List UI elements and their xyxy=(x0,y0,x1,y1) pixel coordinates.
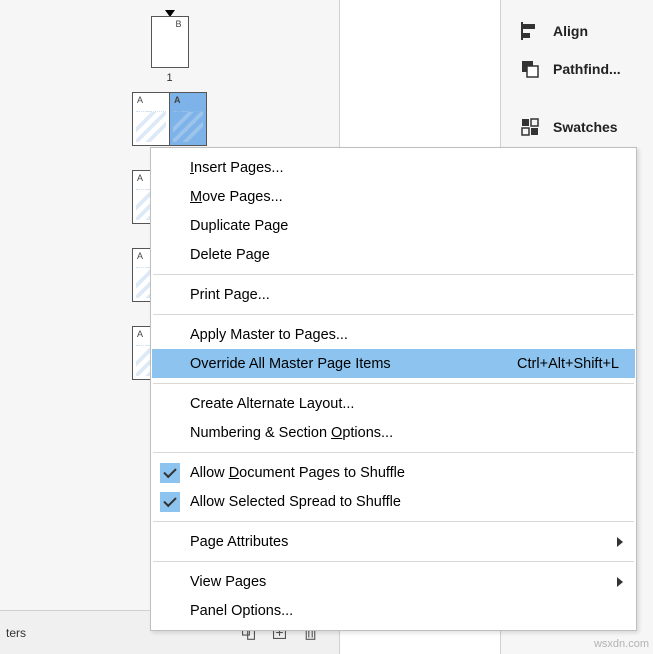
menu-separator xyxy=(153,383,634,384)
menu-item-allow-selected-spread-to-shuffle[interactable]: Allow Selected Spread to Shuffle xyxy=(152,487,635,516)
menu-item-view-pages[interactable]: View Pages xyxy=(152,567,635,596)
menu-item-label: Duplicate Page xyxy=(190,218,288,234)
watermark: wsxdn.com xyxy=(594,638,649,650)
menu-separator xyxy=(153,561,634,562)
menu-shortcut: Ctrl+Alt+Shift+L xyxy=(517,356,619,372)
menu-item-label: Allow Selected Spread to Shuffle xyxy=(190,494,401,510)
menu-item-insert-pages[interactable]: Insert Pages... xyxy=(152,153,635,182)
panel-button-label: Pathfind... xyxy=(553,61,621,77)
menu-item-label: Apply Master to Pages... xyxy=(190,327,348,343)
page-thumb[interactable]: B1 xyxy=(151,16,189,84)
check-icon xyxy=(160,492,180,512)
menu-item-label: Numbering & Section Options... xyxy=(190,425,393,441)
menu-item-label: Page Attributes xyxy=(190,534,288,550)
panel-button-align[interactable]: Align xyxy=(501,12,653,50)
submenu-arrow-icon xyxy=(617,537,623,547)
menu-separator xyxy=(153,274,634,275)
page-label: 1 xyxy=(166,72,172,84)
menu-item-label: Create Alternate Layout... xyxy=(190,396,354,412)
pages-context-menu: Insert Pages... Move Pages... Duplicate Pa… xyxy=(150,147,637,631)
menu-item-override-all-master-page-items[interactable]: Override All Master Page Items Ctrl+Alt+S… xyxy=(152,349,635,378)
menu-item-move-pages[interactable]: Move Pages... xyxy=(152,182,635,211)
menu-item-label: Override All Master Page Items xyxy=(190,356,391,372)
menu-item-print-page[interactable]: Print Page... xyxy=(152,280,635,309)
menu-item-label: Allow Document Pages to Shuffle xyxy=(190,465,405,481)
panel-button-pathfind-[interactable]: Pathfind... xyxy=(501,50,653,88)
submenu-arrow-icon xyxy=(617,577,623,587)
align-icon xyxy=(519,20,541,42)
menu-item-label: Panel Options... xyxy=(190,603,293,619)
menu-item-duplicate-page[interactable]: Duplicate Page xyxy=(152,211,635,240)
menu-item-label: View Pages xyxy=(190,574,266,590)
menu-separator xyxy=(153,314,634,315)
menu-separator xyxy=(153,521,634,522)
footer-left-text: ters xyxy=(0,626,26,640)
panel-button-label: Align xyxy=(553,23,588,39)
check-icon xyxy=(160,463,180,483)
menu-item-label: Delete Page xyxy=(190,247,270,263)
menu-item-label: Insert Pages... xyxy=(190,160,284,176)
menu-item-numbering-section-options[interactable]: Numbering & Section Options... xyxy=(152,418,635,447)
menu-separator xyxy=(153,452,634,453)
menu-item-panel-options[interactable]: Panel Options... xyxy=(152,596,635,625)
menu-item-delete-page[interactable]: Delete Page xyxy=(152,240,635,269)
menu-item-label: Move Pages... xyxy=(190,189,283,205)
panel-button-label: Swatches xyxy=(553,119,618,135)
swatches-icon xyxy=(519,116,541,138)
menu-item-create-alternate-layout[interactable]: Create Alternate Layout... xyxy=(152,389,635,418)
menu-item-label: Print Page... xyxy=(190,287,270,303)
menu-item-page-attributes[interactable]: Page Attributes xyxy=(152,527,635,556)
panel-button-swatches[interactable]: Swatches xyxy=(501,108,653,146)
menu-item-allow-document-pages-to-shuffle[interactable]: Allow Document Pages to Shuffle xyxy=(152,458,635,487)
pathfinder-icon xyxy=(519,58,541,80)
menu-item-apply-master-to-pages[interactable]: Apply Master to Pages... xyxy=(152,320,635,349)
